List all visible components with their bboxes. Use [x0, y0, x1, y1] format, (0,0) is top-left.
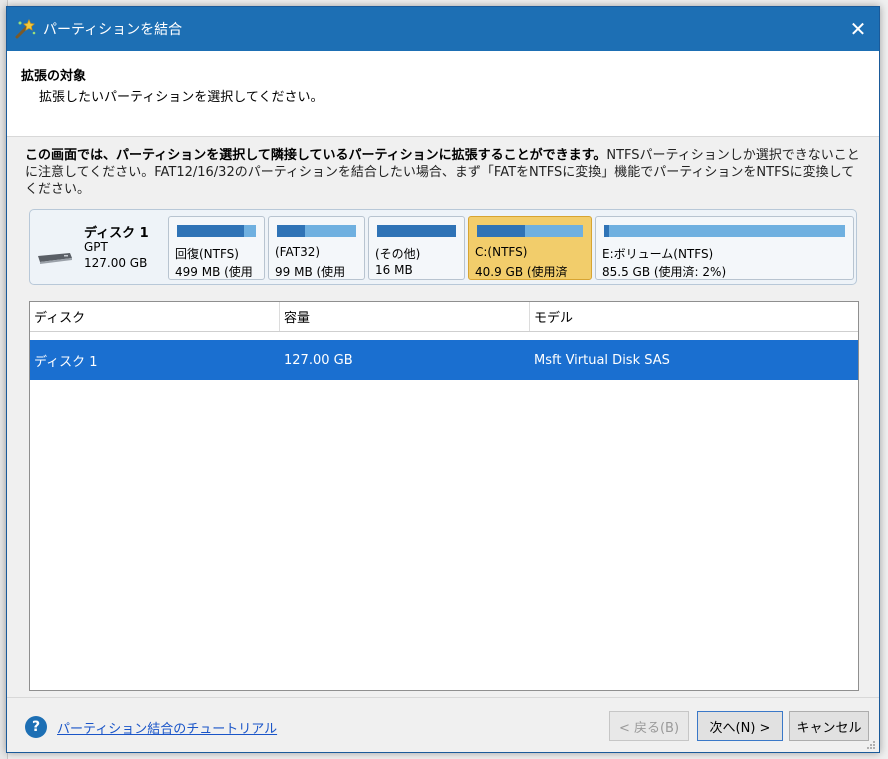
close-button[interactable]: ✕	[843, 14, 873, 44]
disk-type: GPT	[84, 240, 108, 254]
resize-grip-icon[interactable]	[866, 739, 876, 749]
column-header-disk[interactable]: ディスク	[30, 302, 280, 331]
usage-bar	[477, 225, 583, 237]
usage-bar-used	[477, 225, 525, 237]
footer-divider	[7, 697, 879, 698]
partition-info: 499 MB (使用	[175, 265, 253, 279]
usage-bar-used	[277, 225, 305, 237]
usage-bar-used	[604, 225, 609, 237]
merge-partition-dialog: パーティションを結合 ✕ 拡張の対象 拡張したいパーティションを選択してください…	[6, 6, 880, 753]
partition-name: C:(NTFS)	[475, 245, 528, 259]
partition-other[interactable]: (その他) 16 MB	[368, 216, 465, 280]
partition-info: 40.9 GB (使用済	[475, 265, 568, 279]
cancel-button[interactable]: キャンセル	[789, 711, 869, 741]
partition-c-selected[interactable]: C:(NTFS) 40.9 GB (使用済	[468, 216, 592, 280]
back-button[interactable]: < 戻る(B)	[609, 711, 689, 741]
usage-bar-used	[377, 225, 456, 237]
step-title: 拡張の対象	[21, 69, 87, 84]
disk-info[interactable]: ディスク 1 GPT 127.00 GB	[34, 216, 164, 278]
dialog-title: パーティションを結合	[43, 22, 183, 38]
usage-bar-used	[177, 225, 245, 237]
next-button[interactable]: 次へ(N) >	[697, 711, 783, 741]
cell-model: Msft Virtual Disk SAS	[534, 352, 670, 368]
partition-name: 回復(NTFS)	[175, 247, 239, 261]
title-bar[interactable]: パーティションを結合 ✕	[7, 7, 879, 51]
disk-map: ディスク 1 GPT 127.00 GB 回復(NTFS) 499 MB (使用…	[29, 209, 857, 285]
partition-name: (その他)	[375, 247, 421, 261]
help-icon[interactable]: ?	[25, 716, 47, 738]
usage-bar	[604, 225, 845, 237]
partition-e[interactable]: E:ボリューム(NTFS) 85.5 GB (使用済: 2%)	[595, 216, 854, 280]
wizard-wand-icon	[15, 18, 37, 40]
column-header-capacity[interactable]: 容量	[280, 302, 530, 331]
description-bold: この画面では、パーティションを選択して隣接しているパーティションに拡張することが…	[25, 148, 607, 163]
partition-info: 99 MB (使用	[275, 265, 346, 279]
partition-recovery[interactable]: 回復(NTFS) 499 MB (使用	[168, 216, 265, 280]
table-row[interactable]: ディスク 1 127.00 GB Msft Virtual Disk SAS	[30, 340, 858, 380]
usage-bar	[277, 225, 356, 237]
tutorial-link[interactable]: パーティション結合のチュートリアル	[57, 718, 277, 737]
cell-disk: ディスク 1	[34, 354, 98, 370]
header-panel: 拡張の対象 拡張したいパーティションを選択してください。	[7, 51, 879, 137]
disk-name: ディスク 1	[84, 226, 149, 241]
table-header: ディスク 容量 モデル	[30, 302, 858, 332]
description-text: この画面では、パーティションを選択して隣接しているパーティションに拡張することが…	[7, 137, 879, 198]
partition-info: 16 MB	[375, 263, 413, 277]
partition-name: E:ボリューム(NTFS)	[602, 247, 714, 261]
column-header-model[interactable]: モデル	[530, 302, 858, 331]
usage-bar	[377, 225, 456, 237]
hard-drive-icon	[36, 252, 74, 264]
disk-list-table: ディスク 容量 モデル ディスク 1 127.00 GB Msft Virtua…	[29, 301, 859, 691]
step-subtitle: 拡張したいパーティションを選択してください。	[39, 90, 324, 105]
partition-fat32[interactable]: (FAT32) 99 MB (使用	[268, 216, 365, 280]
partition-name: (FAT32)	[275, 245, 321, 259]
usage-bar	[177, 225, 256, 237]
partition-info: 85.5 GB (使用済: 2%)	[602, 265, 727, 279]
disk-size: 127.00 GB	[84, 256, 148, 270]
cell-capacity: 127.00 GB	[284, 352, 353, 368]
